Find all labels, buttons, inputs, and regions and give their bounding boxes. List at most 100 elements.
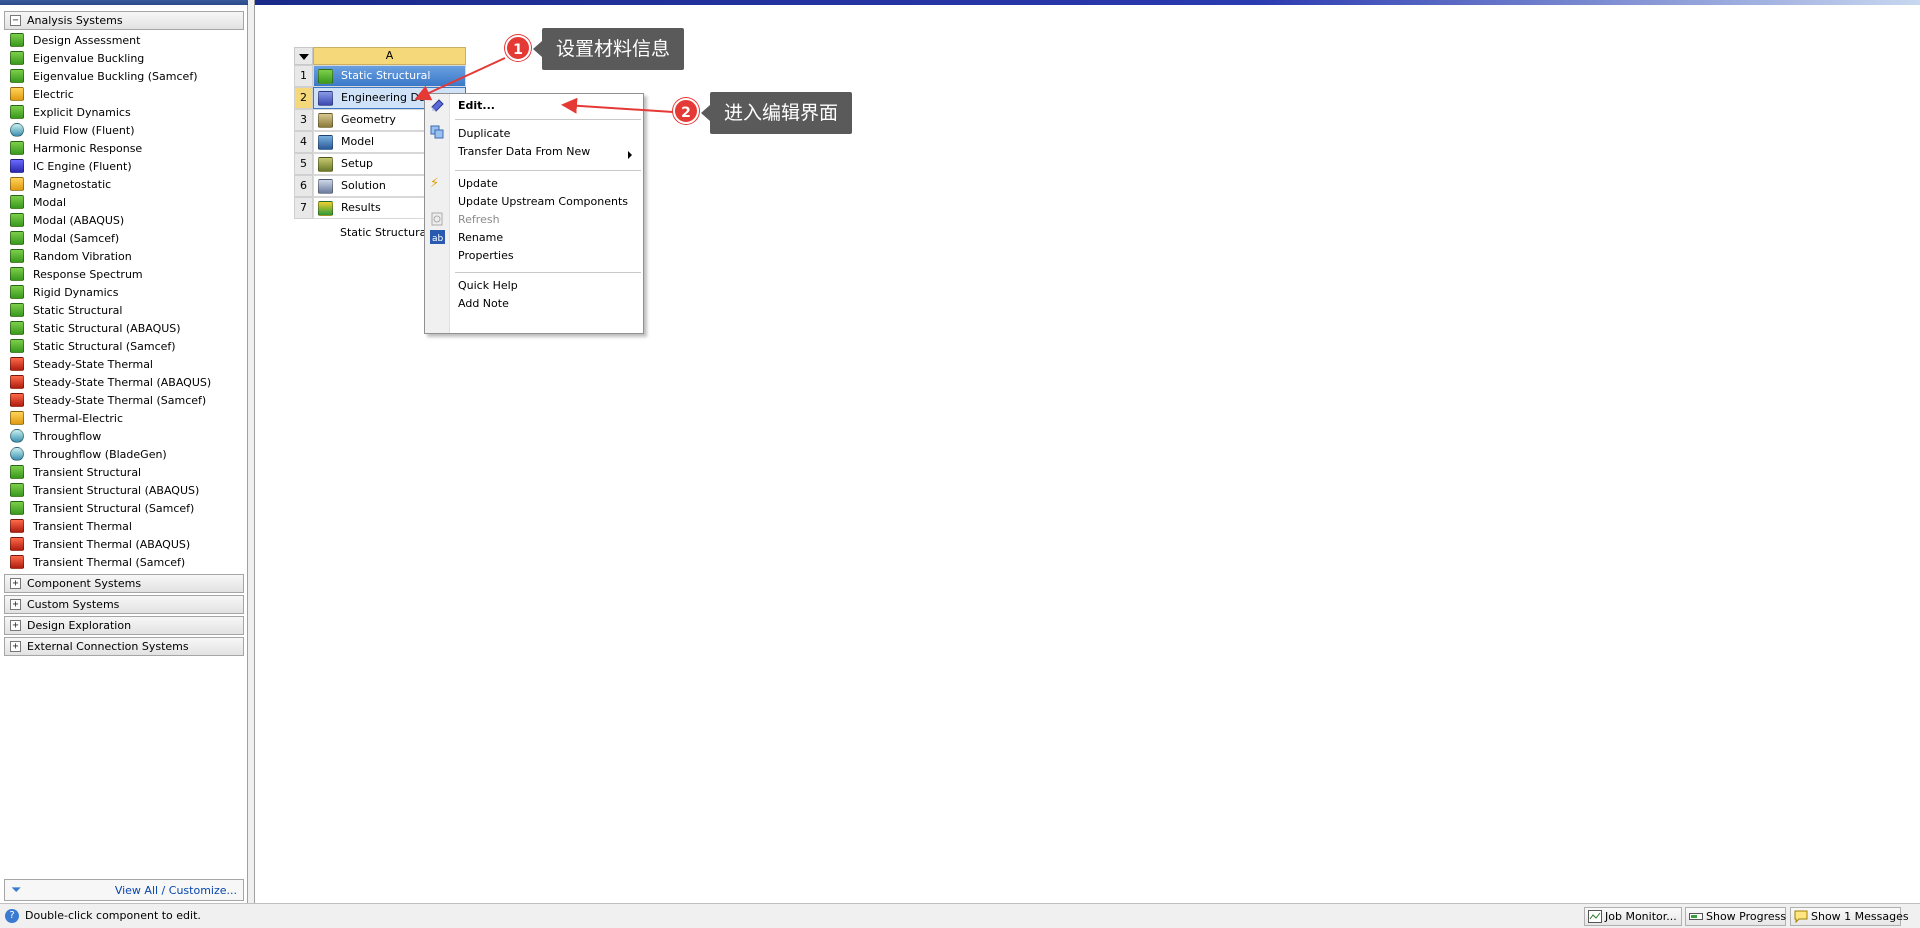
toolbox-item-label: Transient Structural (ABAQUS) [33, 484, 200, 497]
engineering-data-icon [318, 91, 333, 106]
menu-item-transfer-data[interactable]: Transfer Data From New [458, 142, 590, 162]
row-number: 6 [294, 175, 313, 197]
menu-item-properties[interactable]: Properties [458, 246, 514, 266]
menu-item-update[interactable]: Update [458, 174, 498, 194]
cell-label: Engineering Data [341, 91, 437, 104]
toolbox-item[interactable]: Transient Structural [10, 464, 141, 482]
section-analysis-systems[interactable]: − Analysis Systems [4, 11, 244, 30]
toolbox-item-label: Transient Thermal [33, 520, 132, 533]
view-all-link[interactable]: View All / Customize... [115, 884, 237, 897]
row-number: 1 [294, 65, 313, 87]
menu-item-duplicate[interactable]: Duplicate [458, 124, 510, 144]
row-number: 7 [294, 197, 313, 219]
expand-icon[interactable]: + [10, 578, 21, 589]
toolbox-item[interactable]: Harmonic Response [10, 140, 142, 158]
show-messages-button[interactable]: Show 1 Messages [1790, 907, 1909, 926]
menu-item-edit[interactable]: Edit... [458, 96, 495, 116]
system-title-cell[interactable]: Static Structural [313, 65, 466, 87]
toolbox-item[interactable]: Modal (ABAQUS) [10, 212, 124, 230]
static-structural-icon [10, 303, 24, 317]
toolbox-item-label: Throughflow (BladeGen) [33, 448, 167, 461]
rigid-dynamics-icon [10, 285, 24, 299]
random-vibration-icon [10, 249, 24, 263]
toolbox-item[interactable]: Static Structural (Samcef) [10, 338, 176, 356]
toolbox-item[interactable]: Transient Thermal [10, 518, 132, 536]
toolbox-item[interactable]: Modal (Samcef) [10, 230, 119, 248]
toolbox-item[interactable]: Steady-State Thermal (Samcef) [10, 392, 206, 410]
thermal-icon [10, 375, 24, 389]
button-label: Show Progress [1706, 910, 1787, 923]
collapse-icon[interactable]: − [10, 15, 21, 26]
toolbox-item[interactable]: Transient Thermal (ABAQUS) [10, 536, 190, 554]
toolbox-item[interactable]: Random Vibration [10, 248, 132, 266]
modal-icon [10, 195, 24, 209]
transient-thermal-icon [10, 537, 24, 551]
button-label: Job Monitor... [1605, 910, 1677, 923]
toolbox-item-label: Random Vibration [33, 250, 132, 263]
section-external-connection-systems[interactable]: + External Connection Systems [4, 637, 244, 656]
static-structural-icon [10, 339, 24, 353]
section-custom-systems[interactable]: + Custom Systems [4, 595, 244, 614]
toolbox-item-label: Transient Structural [33, 466, 142, 479]
callout-pointer [533, 41, 542, 57]
toolbox-item-label: Modal [33, 196, 66, 209]
toolbox-item[interactable]: Fluid Flow (Fluent) [10, 122, 135, 140]
toolbox-item[interactable]: Throughflow (BladeGen) [10, 446, 167, 464]
filter-icon[interactable]: ⏷ [11, 883, 21, 898]
system-name-label[interactable]: Static Structural [340, 226, 429, 239]
menu-item-add-note[interactable]: Add Note [458, 294, 509, 314]
menu-item-update-upstream[interactable]: Update Upstream Components [458, 192, 628, 212]
cell-label: Model [341, 135, 375, 148]
toolbox-item[interactable]: Magnetostatic [10, 176, 111, 194]
transient-structural-icon [10, 483, 24, 497]
toolbox-item[interactable]: Design Assessment [10, 32, 140, 50]
toolbox-item[interactable]: Static Structural [10, 302, 122, 320]
toolbox-item[interactable]: Transient Structural (Samcef) [10, 500, 194, 518]
row-number: 4 [294, 131, 313, 153]
svg-text:ab: ab [432, 234, 444, 244]
job-monitor-button[interactable]: Job Monitor... [1584, 907, 1682, 926]
toolbox-item[interactable]: Steady-State Thermal (ABAQUS) [10, 374, 211, 392]
toolbox-item[interactable]: Thermal-Electric [10, 410, 123, 428]
expand-icon[interactable]: + [10, 641, 21, 652]
toolbox-item-label: Eigenvalue Buckling [33, 52, 145, 65]
toolbox-item-label: Electric [33, 88, 74, 101]
update-icon: ⚡ [430, 176, 440, 191]
static-structural-icon [10, 321, 24, 335]
toolbox-item[interactable]: IC Engine (Fluent) [10, 158, 132, 176]
toolbox-item[interactable]: Response Spectrum [10, 266, 143, 284]
toolbox-item[interactable]: Eigenvalue Buckling (Samcef) [10, 68, 197, 86]
toolbox-item[interactable]: Static Structural (ABAQUS) [10, 320, 181, 338]
design-assessment-icon [10, 33, 24, 47]
toolbox-title-bar [0, 0, 248, 5]
menu-item-quick-help[interactable]: Quick Help [458, 276, 518, 296]
callout-text: 进入编辑界面 [724, 102, 839, 124]
toolbox-item[interactable]: Eigenvalue Buckling [10, 50, 144, 68]
menu-item-refresh: Refresh [458, 213, 500, 226]
toolbox-item-label: Static Structural (ABAQUS) [33, 322, 181, 335]
show-progress-button[interactable]: Show Progress [1685, 907, 1786, 926]
toolbox-item[interactable]: Modal [10, 194, 66, 212]
section-label: External Connection Systems [27, 640, 189, 653]
system-column-header: A [313, 47, 466, 65]
row-number: 3 [294, 109, 313, 131]
status-message: Double-click component to edit. [25, 909, 201, 922]
fluent-icon [10, 123, 24, 137]
menu-item-rename[interactable]: Rename [458, 228, 503, 248]
annotation-badge-1: 1 [505, 35, 531, 61]
section-design-exploration[interactable]: + Design Exploration [4, 616, 244, 635]
toolbox-item[interactable]: Throughflow [10, 428, 101, 446]
expand-icon[interactable]: + [10, 599, 21, 610]
expand-icon[interactable]: + [10, 620, 21, 631]
toolbox-item[interactable]: Electric [10, 86, 74, 104]
toolbox-item[interactable]: Explicit Dynamics [10, 104, 131, 122]
transient-thermal-icon [10, 519, 24, 533]
section-component-systems[interactable]: + Component Systems [4, 574, 244, 593]
row-number: 2 [294, 87, 313, 109]
toolbox-item[interactable]: Transient Thermal (Samcef) [10, 554, 185, 572]
job-monitor-icon [1588, 910, 1602, 923]
toolbox-item[interactable]: Steady-State Thermal [10, 356, 153, 374]
toolbox-item[interactable]: Rigid Dynamics [10, 284, 118, 302]
system-menu-button[interactable] [294, 47, 313, 65]
toolbox-item[interactable]: Transient Structural (ABAQUS) [10, 482, 199, 500]
